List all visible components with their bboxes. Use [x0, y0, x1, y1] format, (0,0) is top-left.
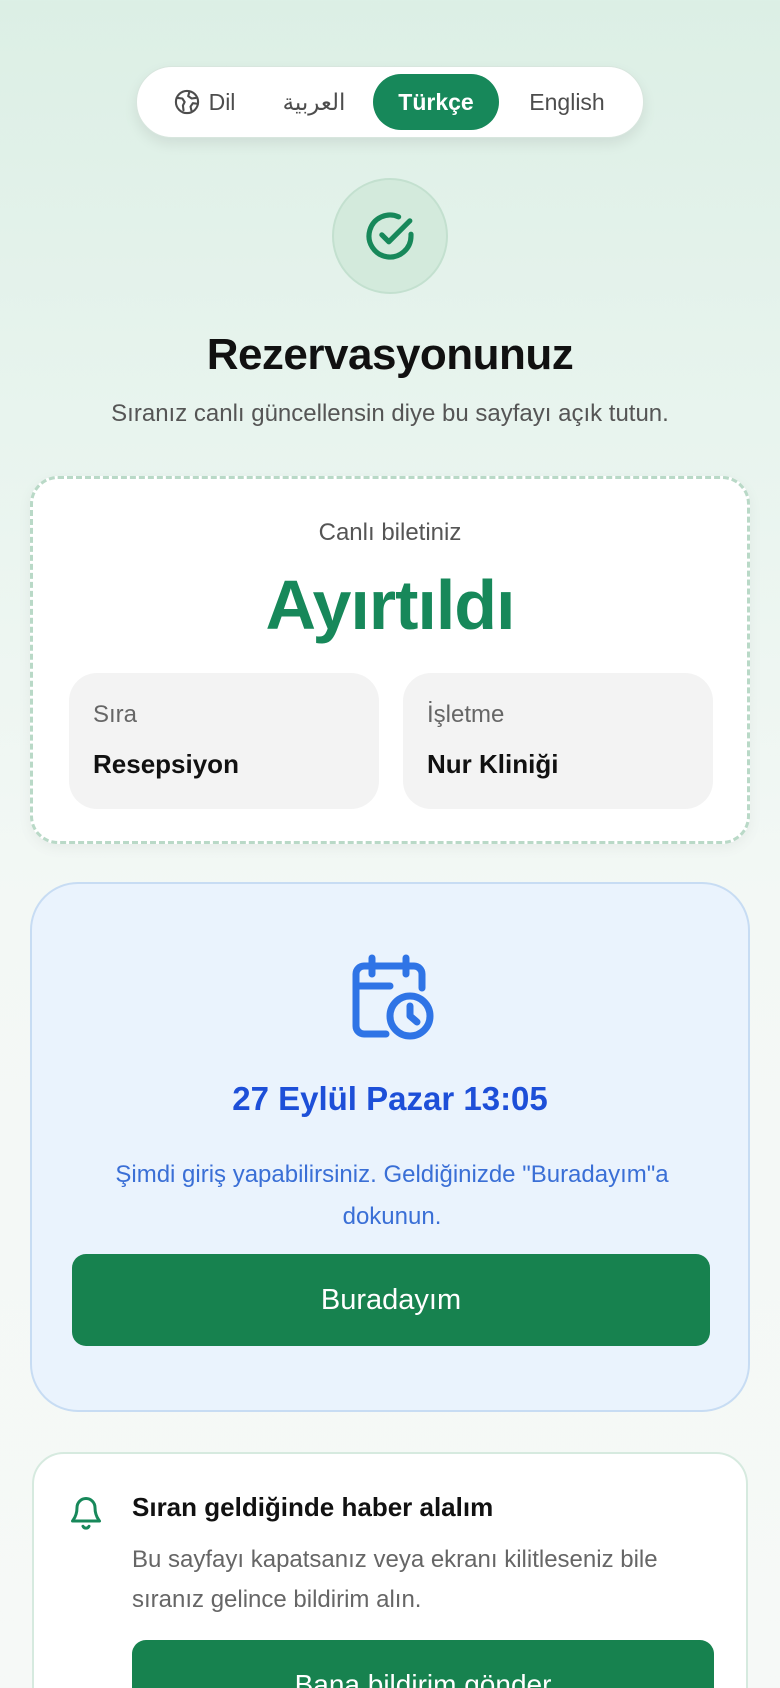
language-switcher: Dil العربية Türkçe English — [136, 66, 644, 138]
language-option-turkish[interactable]: Türkçe — [373, 74, 499, 130]
appointment-datetime: 27 Eylül Pazar 13:05 — [232, 1080, 548, 1117]
ticket-label: Canlı biletiniz — [318, 519, 462, 546]
live-ticket-card: Canlı biletiniz Ayırtıldı Sıra Resepsiyo… — [30, 476, 750, 844]
queue-label: Sıra — [93, 701, 138, 728]
globe-icon — [173, 88, 201, 116]
business-value: Nur Kliniği — [427, 749, 559, 779]
bell-icon — [68, 1492, 104, 1532]
language-label: Dil — [145, 74, 255, 130]
business-info: İşletme Nur Kliniği — [403, 673, 713, 809]
business-label: İşletme — [427, 701, 505, 728]
notification-card: Sıran geldiğinde haber alalım Bu sayfayı… — [32, 1452, 748, 1688]
queue-value: Resepsiyon — [93, 749, 239, 779]
send-notification-button[interactable]: Bana bildirim gönder — [132, 1640, 714, 1688]
page-title: Rezervasyonunuz — [206, 330, 574, 379]
language-option-arabic[interactable]: العربية — [255, 74, 373, 130]
language-option-english[interactable]: English — [499, 74, 635, 130]
appointment-panel: 27 Eylül Pazar 13:05 Şimdi giriş yapabil… — [30, 882, 750, 1412]
ticket-status: Ayırtıldı — [265, 566, 516, 644]
appointment-message: Şimdi giriş yapabilirsiniz. Geldiğinizde… — [115, 1161, 669, 1230]
im-here-button[interactable]: Buradayım — [72, 1254, 710, 1346]
notify-description: Bu sayfayı kapatsanız veya ekranı kilitl… — [132, 1546, 658, 1613]
calendar-clock-icon — [350, 952, 434, 1042]
page-subtitle: Sıranız canlı güncellensin diye bu sayfa… — [111, 400, 669, 427]
check-circle-icon — [332, 178, 448, 294]
notify-title: Sıran geldiğinde haber alalım — [132, 1492, 494, 1522]
queue-info: Sıra Resepsiyon — [69, 673, 379, 809]
language-label-text: Dil — [208, 88, 236, 115]
